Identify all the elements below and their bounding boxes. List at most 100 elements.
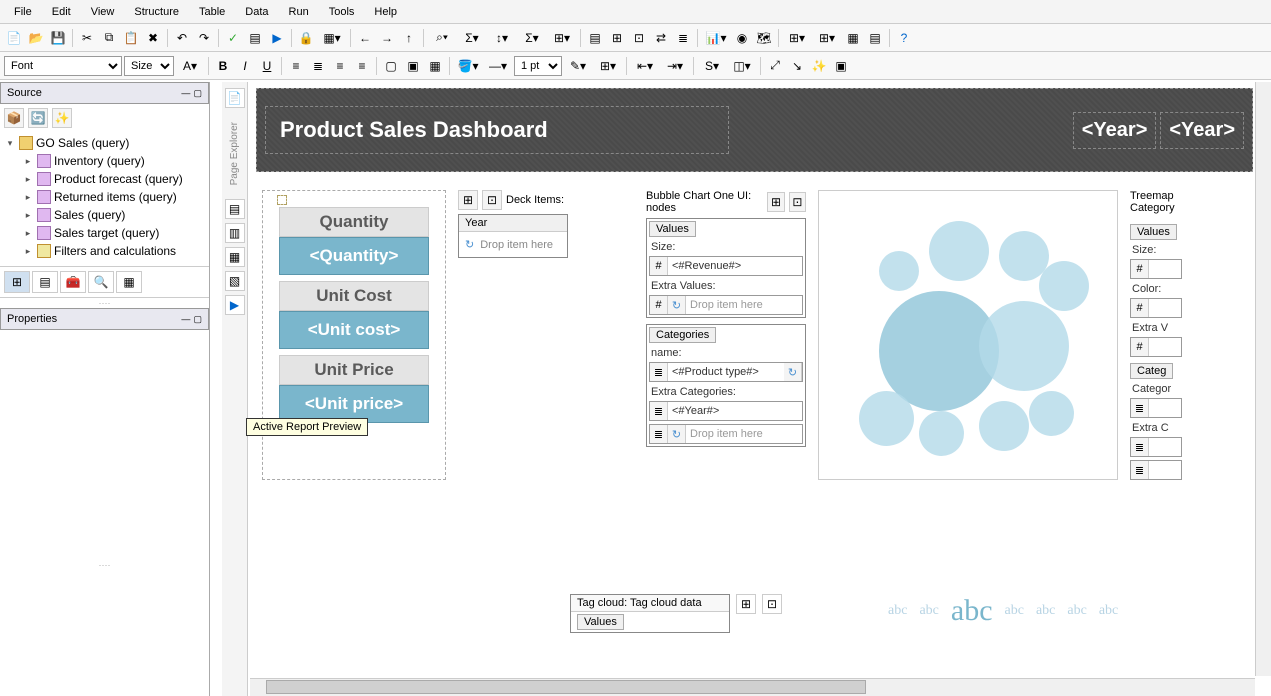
underline-icon[interactable]: U: [257, 56, 277, 76]
treemap-ec1-field[interactable]: ≣: [1130, 437, 1182, 457]
year-cell[interactable]: <Year>: [1073, 112, 1157, 149]
list-icon[interactable]: ≣: [673, 28, 693, 48]
spacing-icon[interactable]: ▦: [425, 56, 445, 76]
sort-icon[interactable]: ↕▾: [488, 28, 516, 48]
deck-icon1[interactable]: ⊞: [458, 190, 478, 210]
report-header[interactable]: Product Sales Dashboard <Year> <Year>: [256, 88, 1253, 172]
style-ref-icon[interactable]: S▾: [698, 56, 726, 76]
align-right-icon[interactable]: ≡: [330, 56, 350, 76]
tagcloud-values-tab[interactable]: Values: [577, 614, 624, 630]
refresh-icon[interactable]: 🔄: [28, 108, 48, 128]
horizontal-scrollbar[interactable]: [250, 678, 1255, 696]
max-icon[interactable]: ▢: [193, 314, 202, 324]
save-icon[interactable]: 💾: [48, 28, 68, 48]
validate-icon[interactable]: ✓: [223, 28, 243, 48]
bgcolor-icon[interactable]: 🪣▾: [454, 56, 482, 76]
italic-icon[interactable]: I: [235, 56, 255, 76]
page3-icon[interactable]: ▦: [225, 247, 245, 267]
headers-icon[interactable]: ⊞: [607, 28, 627, 48]
filter-icon[interactable]: ⌕▾: [428, 28, 456, 48]
page1-icon[interactable]: ▤: [225, 199, 245, 219]
extra-cats-drop[interactable]: ≣↻Drop item here: [649, 424, 803, 444]
props-icon[interactable]: ▦: [843, 28, 863, 48]
year-cell[interactable]: <Year>: [1160, 112, 1244, 149]
size-combo[interactable]: Size: [124, 56, 174, 76]
value-cards-container[interactable]: Quantity <Quantity> Unit Cost <Unit cost…: [262, 190, 446, 480]
align-center-icon[interactable]: ≣: [308, 56, 328, 76]
lock-icon[interactable]: 🔒: [296, 28, 316, 48]
align-left-icon[interactable]: ≡: [286, 56, 306, 76]
year-field[interactable]: ≣<#Year#>: [649, 401, 803, 421]
treemap-size-field[interactable]: #: [1130, 259, 1182, 279]
menu-structure[interactable]: Structure: [124, 2, 189, 22]
bold-icon[interactable]: B: [213, 56, 233, 76]
expand-icon[interactable]: ▸: [22, 246, 34, 257]
wand-icon[interactable]: ✨: [809, 56, 829, 76]
summarize-icon[interactable]: Σ▾: [458, 28, 486, 48]
align-just-icon[interactable]: ≡: [352, 56, 372, 76]
pt-combo[interactable]: 1 pt: [514, 56, 562, 76]
apply-icon[interactable]: ↘: [787, 56, 807, 76]
source-panel-header[interactable]: Source — ▢: [0, 82, 209, 104]
minimize-icon[interactable]: —: [181, 88, 190, 98]
page2-icon[interactable]: ▥: [225, 223, 245, 243]
tab-data-icon[interactable]: ▤: [32, 271, 58, 293]
treemap-color-field[interactable]: #: [1130, 298, 1182, 318]
deck-box[interactable]: Year ↻ Drop item here: [458, 214, 568, 258]
tagcloud-config[interactable]: Tag cloud: Tag cloud data Values: [570, 594, 730, 633]
tree-item-returned[interactable]: ▸Returned items (query): [22, 188, 205, 206]
tree-item-forecast[interactable]: ▸Product forecast (query): [22, 170, 205, 188]
treemap-cat-field[interactable]: ≣: [1130, 398, 1182, 418]
max-icon[interactable]: ▢: [193, 88, 202, 98]
fwd-icon[interactable]: →: [377, 28, 397, 48]
redo-icon[interactable]: ↷: [194, 28, 214, 48]
copy-icon[interactable]: ⧉: [99, 28, 119, 48]
tree-item-sales[interactable]: ▸Sales (query): [22, 206, 205, 224]
delete-icon[interactable]: ✖: [143, 28, 163, 48]
open-icon[interactable]: 📂: [26, 28, 46, 48]
apply-style-icon[interactable]: ◫▾: [728, 56, 756, 76]
borders-icon[interactable]: ⊞▾: [594, 56, 622, 76]
cut-icon[interactable]: ✂: [77, 28, 97, 48]
help-icon[interactable]: ?: [894, 28, 914, 48]
preview-button[interactable]: ▶: [225, 295, 245, 315]
treemap-cat-tab[interactable]: Categ: [1130, 363, 1173, 379]
expand-icon[interactable]: ▾: [4, 138, 16, 149]
menu-run[interactable]: Run: [279, 2, 319, 22]
vertical-scrollbar[interactable]: [1255, 82, 1271, 676]
categories-tab[interactable]: Categories: [649, 327, 716, 343]
tagcloud-icon2[interactable]: ⊡: [762, 594, 782, 614]
swap-icon[interactable]: ⇄: [651, 28, 671, 48]
treemap-ec2-field[interactable]: ≣: [1130, 460, 1182, 480]
up-icon[interactable]: ↑: [399, 28, 419, 48]
new-icon[interactable]: 📄: [4, 28, 24, 48]
filter-dd-icon[interactable]: ▦▾: [318, 28, 346, 48]
bubble-icon2[interactable]: ⊡: [789, 192, 806, 212]
scroll-thumb[interactable]: [266, 680, 866, 694]
tree-item-inventory[interactable]: ▸Inventory (query): [22, 152, 205, 170]
padding-icon[interactable]: ▢: [381, 56, 401, 76]
expand-icon[interactable]: ▸: [22, 156, 34, 167]
tab-vars-icon[interactable]: ▦: [116, 271, 142, 293]
package-icon[interactable]: 📦: [4, 108, 24, 128]
pickup-icon[interactable]: ⤢: [765, 56, 785, 76]
tree-item-target[interactable]: ▸Sales target (query): [22, 224, 205, 242]
menu-file[interactable]: File: [4, 2, 42, 22]
back-icon[interactable]: ←: [355, 28, 375, 48]
expand-icon[interactable]: ▸: [22, 174, 34, 185]
tab-toolbox-icon[interactable]: 🧰: [60, 271, 86, 293]
unitcost-value[interactable]: <Unit cost>: [279, 311, 429, 349]
map-icon[interactable]: 🗺: [754, 28, 774, 48]
border-color-icon[interactable]: ✎▾: [564, 56, 592, 76]
name-field[interactable]: ≣<#Product type#>↻: [649, 362, 803, 382]
calc-icon[interactable]: Σ▾: [518, 28, 546, 48]
menu-data[interactable]: Data: [235, 2, 278, 22]
indent-icon[interactable]: ⇤▾: [631, 56, 659, 76]
minimize-icon[interactable]: —: [181, 314, 190, 324]
tagcloud-icon1[interactable]: ⊞: [736, 594, 756, 614]
values-tab[interactable]: Values: [649, 221, 696, 237]
quantity-value[interactable]: <Quantity>: [279, 237, 429, 275]
run-options-icon[interactable]: ▤: [245, 28, 265, 48]
bubble-chart-preview[interactable]: [818, 190, 1118, 480]
deck-dropzone[interactable]: ↻ Drop item here: [459, 232, 567, 257]
